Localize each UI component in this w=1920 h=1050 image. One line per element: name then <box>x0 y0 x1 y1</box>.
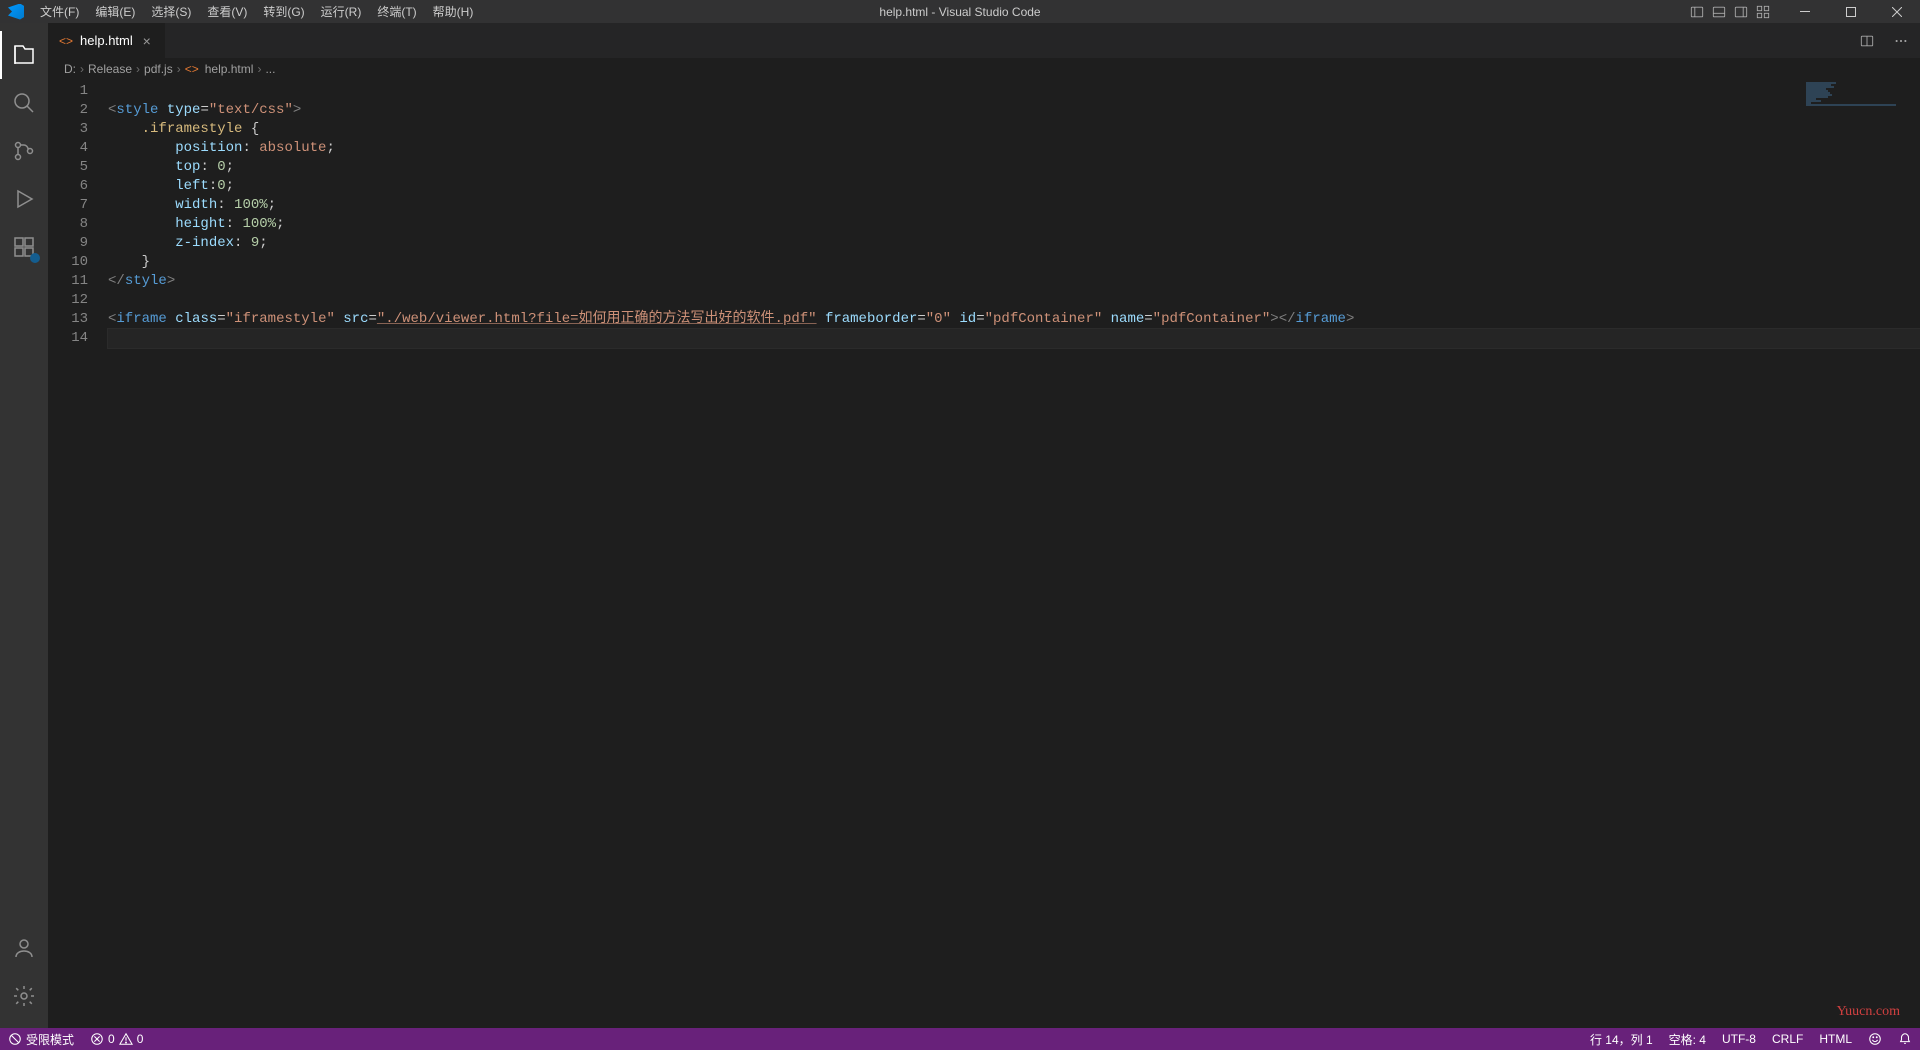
more-actions-icon[interactable] <box>1890 30 1912 52</box>
editor-tabs: <> help.html × <box>48 23 1920 58</box>
breadcrumbs[interactable]: D: › Release › pdf.js › <> help.html › .… <box>48 58 1920 80</box>
menu-edit[interactable]: 编辑(E) <box>87 0 143 23</box>
split-editor-icon[interactable] <box>1856 30 1878 52</box>
status-eol[interactable]: CRLF <box>1764 1028 1811 1050</box>
status-indentation[interactable]: 空格: 4 <box>1661 1028 1714 1050</box>
breadcrumb-item[interactable]: ... <box>265 62 275 76</box>
breadcrumb-item[interactable]: Release <box>88 62 132 76</box>
status-bar: 受限模式 0 0 行 14，列 1 空格: 4 UTF-8 CRLF HTML <box>0 1028 1920 1050</box>
tab-close-icon[interactable]: × <box>139 33 155 49</box>
minimap[interactable] <box>1806 82 1906 112</box>
menu-go[interactable]: 转到(G) <box>255 0 312 23</box>
chevron-right-icon: › <box>136 62 140 76</box>
chevron-right-icon: › <box>80 62 84 76</box>
layout-toggle-panel-right-icon[interactable] <box>1730 1 1752 23</box>
activity-extensions[interactable] <box>0 223 48 271</box>
status-language[interactable]: HTML <box>1811 1028 1860 1050</box>
chevron-right-icon: › <box>257 62 261 76</box>
menu-help[interactable]: 帮助(H) <box>425 0 482 23</box>
code-content[interactable]: <style type="text/css"> .iframestyle { p… <box>108 80 1920 1028</box>
status-cursor-position[interactable]: 行 14，列 1 <box>1582 1028 1661 1050</box>
status-notifications-icon[interactable] <box>1890 1028 1920 1050</box>
activity-run-debug[interactable] <box>0 175 48 223</box>
html-file-icon: <> <box>58 33 74 49</box>
activity-settings[interactable] <box>0 972 48 1020</box>
activity-source-control[interactable] <box>0 127 48 175</box>
title-bar: 文件(F) 编辑(E) 选择(S) 查看(V) 转到(G) 运行(R) 终端(T… <box>0 0 1920 23</box>
breadcrumb-item[interactable]: help.html <box>205 62 254 76</box>
breadcrumb-item[interactable]: D: <box>64 62 76 76</box>
menu-terminal[interactable]: 终端(T) <box>369 0 424 23</box>
menu-view[interactable]: 查看(V) <box>199 0 255 23</box>
activity-bar <box>0 23 48 1028</box>
activity-accounts[interactable] <box>0 924 48 972</box>
status-restricted-mode[interactable]: 受限模式 <box>0 1028 82 1050</box>
window-minimize-button[interactable] <box>1782 0 1828 23</box>
line-numbers: 1 2 3 4 5 6 7 8 9 10 11 12 13 14 <box>48 80 108 1028</box>
window-title: help.html - Visual Studio Code <box>879 5 1040 19</box>
layout-toggle-panel-left-icon[interactable] <box>1686 1 1708 23</box>
menu-file[interactable]: 文件(F) <box>32 0 87 23</box>
activity-explorer[interactable] <box>0 31 48 79</box>
layout-toggle-panel-bottom-icon[interactable] <box>1708 1 1730 23</box>
watermark: Yuucn.com <box>1837 1004 1900 1020</box>
window-close-button[interactable] <box>1874 0 1920 23</box>
menu-selection[interactable]: 选择(S) <box>143 0 199 23</box>
status-feedback-icon[interactable] <box>1860 1028 1890 1050</box>
menu-run[interactable]: 运行(R) <box>313 0 370 23</box>
vscode-logo-icon <box>8 4 24 20</box>
status-problems[interactable]: 0 0 <box>82 1028 151 1050</box>
extensions-badge-icon <box>30 253 40 263</box>
editor[interactable]: 1 2 3 4 5 6 7 8 9 10 11 12 13 14 <style … <box>48 80 1920 1028</box>
tab-help-html[interactable]: <> help.html × <box>48 23 166 58</box>
status-encoding[interactable]: UTF-8 <box>1714 1028 1764 1050</box>
activity-search[interactable] <box>0 79 48 127</box>
html-file-icon: <> <box>185 62 199 76</box>
tab-label: help.html <box>80 33 133 48</box>
window-maximize-button[interactable] <box>1828 0 1874 23</box>
chevron-right-icon: › <box>177 62 181 76</box>
breadcrumb-item[interactable]: pdf.js <box>144 62 173 76</box>
layout-customize-icon[interactable] <box>1752 1 1774 23</box>
